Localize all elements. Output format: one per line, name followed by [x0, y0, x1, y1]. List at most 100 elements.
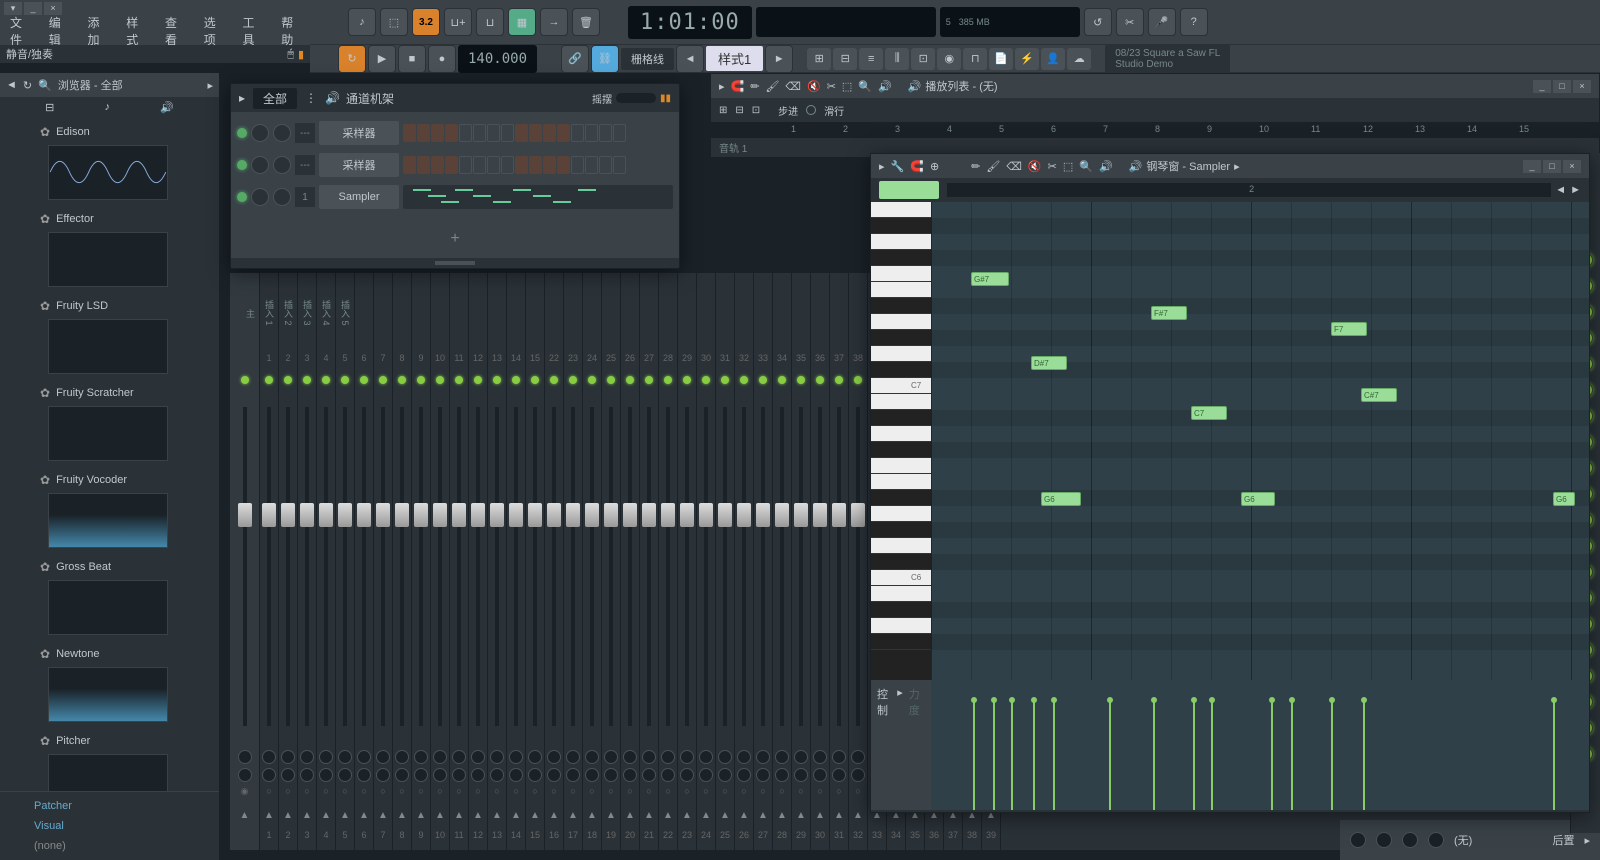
send-arrow-icon[interactable]: ▲ — [359, 810, 369, 821]
playlist-draw-icon[interactable]: ✏ — [750, 80, 759, 93]
mixer-fader[interactable] — [450, 387, 468, 746]
pr-wrench-icon[interactable]: 🔧 — [891, 160, 905, 173]
fx-reset-icon[interactable]: ▸ — [1584, 834, 1590, 847]
mixer-led[interactable] — [816, 376, 824, 384]
playlist-close-icon[interactable]: × — [1573, 80, 1591, 93]
mixer-pan-knob[interactable] — [775, 750, 789, 764]
piano-key[interactable] — [871, 442, 931, 458]
mixer-fader[interactable] — [602, 387, 620, 746]
snap-selector[interactable]: 栅格线 — [621, 48, 674, 70]
pattern-mode-icon[interactable]: ♪ — [348, 8, 376, 36]
mixer-pan-knob[interactable] — [262, 750, 276, 764]
piano-key[interactable] — [871, 330, 931, 346]
view-browser-icon[interactable]: ⊡ — [911, 48, 935, 70]
record-loop-icon[interactable]: ↻ — [338, 45, 366, 73]
piano-key[interactable] — [871, 362, 931, 378]
mixer-led[interactable] — [360, 376, 368, 384]
velocity-bar[interactable] — [1109, 700, 1111, 810]
mixer-stereo-knob[interactable] — [794, 768, 808, 782]
record-icon[interactable]: ● — [428, 45, 456, 73]
next-pattern-icon[interactable]: ► — [765, 45, 793, 73]
velocity-bar[interactable] — [1153, 700, 1155, 810]
mixer-fader[interactable] — [583, 387, 601, 746]
loop-icon[interactable]: ▦ — [508, 8, 536, 36]
channel-led[interactable] — [237, 160, 247, 170]
view-plugin-icon[interactable]: ◉ — [937, 48, 961, 70]
step-button[interactable] — [487, 156, 500, 174]
send-arrow-icon[interactable]: ▲ — [454, 810, 464, 821]
tempo-display[interactable]: 140.000 — [458, 45, 537, 73]
step-button[interactable] — [501, 124, 514, 142]
mixer-fader[interactable] — [336, 387, 354, 746]
browser-back-icon[interactable]: ◄ — [6, 79, 17, 91]
pr-zoom-in-icon[interactable]: ► — [1570, 184, 1581, 196]
mixer-fader[interactable] — [716, 387, 734, 746]
piano-key[interactable]: C6 — [871, 570, 931, 586]
browser-item-gross-beat[interactable]: ✿Gross Beat — [0, 556, 219, 578]
velocity-bar[interactable] — [973, 700, 975, 810]
midi-note[interactable]: C#7 — [1361, 388, 1397, 402]
velocity-bar[interactable] — [1053, 700, 1055, 810]
step-button[interactable] — [473, 156, 486, 174]
mixer-insert-18[interactable]: 24○▲18 — [583, 273, 602, 850]
mixer-pan-knob[interactable] — [623, 750, 637, 764]
mixer-stereo-knob[interactable] — [851, 768, 865, 782]
mixer-pan-knob[interactable] — [604, 750, 618, 764]
piano-key[interactable] — [871, 202, 931, 218]
mixer-pan-knob[interactable] — [395, 750, 409, 764]
mixer-insert-2[interactable]: 插入 22○▲2 — [279, 273, 298, 850]
mixer-insert-11[interactable]: 11○▲11 — [450, 273, 469, 850]
swing-slider[interactable] — [616, 93, 656, 103]
help-icon[interactable]: ? — [1180, 8, 1208, 36]
mixer-pan-knob[interactable] — [851, 750, 865, 764]
send-arrow-icon[interactable]: ▲ — [568, 810, 578, 821]
send-arrow-icon[interactable]: ▲ — [606, 810, 616, 821]
mixer-stereo-knob[interactable] — [414, 768, 428, 782]
piano-key[interactable] — [871, 634, 931, 650]
view-mixer-icon[interactable]: ⫼ — [885, 48, 909, 70]
send-arrow-icon[interactable]: ▲ — [549, 810, 559, 821]
midi-note[interactable]: G#7 — [971, 272, 1009, 286]
piano-key[interactable] — [871, 586, 931, 602]
mixer-stereo-knob[interactable] — [718, 768, 732, 782]
step-button[interactable] — [473, 124, 486, 142]
sync-icon[interactable]: ⛓ — [591, 45, 619, 73]
mixer-led[interactable] — [569, 376, 577, 384]
pianoroll-grid[interactable]: G#7F#7F7D#7C7C#7G6G6G6 — [931, 202, 1589, 680]
mixer-insert-13[interactable]: 13○▲13 — [488, 273, 507, 850]
channel-pan-knob[interactable] — [251, 156, 269, 174]
velocity-bar[interactable] — [1291, 700, 1293, 810]
mixer-insert-9[interactable]: 9○▲9 — [412, 273, 431, 850]
mixer-pan-knob[interactable] — [357, 750, 371, 764]
mixer-pan-knob[interactable] — [433, 750, 447, 764]
mixer-fader[interactable] — [507, 387, 525, 746]
pattern-selector[interactable]: 样式1 — [706, 46, 763, 71]
mixer-stereo-knob[interactable] — [528, 768, 542, 782]
mixer-pan-knob[interactable] — [471, 750, 485, 764]
fx-none-label[interactable]: (无) — [1454, 832, 1472, 848]
mixer-pan-knob[interactable] — [680, 750, 694, 764]
channel-rack-scrollbar[interactable] — [435, 261, 475, 265]
pianoroll-header[interactable]: ▸ 🔧 🧲 ⊕ ✏ 🖌 ⌫ 🔇 ✂ ⬚ 🔍 🔊 🔊 钢琴窗 - Sampler … — [871, 154, 1589, 178]
mixer-stereo-knob[interactable] — [376, 768, 390, 782]
pr-cut-icon[interactable]: ✂ — [1048, 160, 1057, 173]
mixer-insert-14[interactable]: 14○▲14 — [507, 273, 526, 850]
mixer-insert-25[interactable]: 31○▲25 — [716, 273, 735, 850]
send-arrow-icon[interactable]: ▲ — [682, 810, 692, 821]
send-arrow-icon[interactable]: ▲ — [587, 810, 597, 821]
mixer-fader[interactable] — [526, 387, 544, 746]
browser-tab-audio-icon[interactable]: 🔊 — [160, 101, 174, 114]
mixer-fader[interactable] — [564, 387, 582, 746]
midi-note[interactable]: F#7 — [1151, 306, 1187, 320]
mixer-fader[interactable] — [735, 387, 753, 746]
piano-key[interactable] — [871, 458, 931, 474]
piano-key[interactable] — [871, 346, 931, 362]
midi-note[interactable]: C7 — [1191, 406, 1227, 420]
mixer-led[interactable] — [778, 376, 786, 384]
channel-pan-knob[interactable] — [251, 124, 269, 142]
view-playlist-icon[interactable]: ⊞ — [807, 48, 831, 70]
piano-key[interactable] — [871, 266, 931, 282]
step-button[interactable] — [459, 156, 472, 174]
step-button[interactable] — [571, 156, 584, 174]
mixer-stereo-knob[interactable] — [490, 768, 504, 782]
